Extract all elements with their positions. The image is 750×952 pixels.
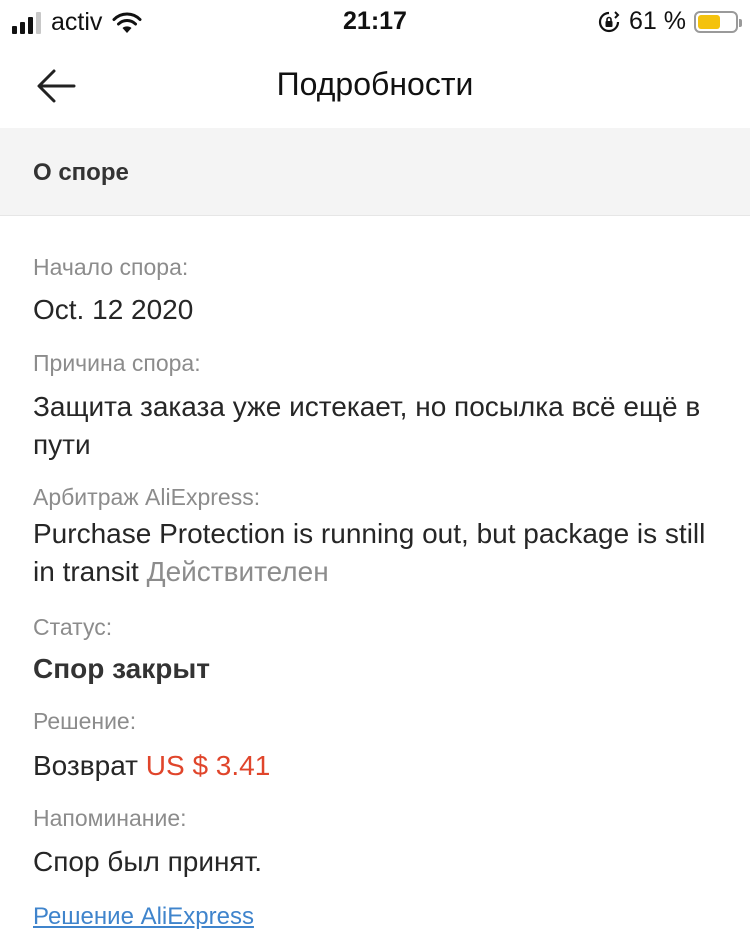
status-bar: activ 21:17 61 % [0, 0, 750, 44]
page-title: Подробности [276, 66, 474, 102]
battery-level [698, 14, 720, 29]
decision-label: Решение: [33, 708, 137, 734]
section-header: О споре [0, 128, 750, 216]
decision-prefix: Возврат [33, 750, 138, 781]
status-value: Спор закрыт [33, 653, 210, 684]
section-title: О споре [33, 159, 129, 186]
battery-percent: 61 % [629, 7, 686, 35]
refund-amount: US $ 3.41 [145, 750, 271, 781]
arbitration-status: Действителен [146, 556, 329, 587]
decision-value: Возврат US $ 3.41 [33, 747, 723, 785]
reason-label: Причина спора: [33, 350, 201, 376]
reminder-label: Напоминание: [33, 805, 187, 831]
aliexpress-decision-link[interactable]: Решение AliExpress [33, 903, 254, 931]
status-right: 61 % [597, 7, 742, 36]
start-value: Oct. 12 2020 [33, 294, 194, 325]
reason-value: Защита заказа уже истекает, но посылка в… [33, 391, 701, 460]
arbitration-label: Арбитраж AliExpress: [33, 484, 261, 510]
nav-bar: Подробности [0, 44, 750, 128]
reminder-value: Спор был принят. [33, 846, 263, 877]
start-label: Начало спора: [33, 254, 189, 280]
battery-icon [694, 10, 742, 33]
status-label: Статус: [33, 614, 113, 640]
rotation-lock-icon [598, 10, 620, 32]
arbitration-text: Purchase Protection is running out, but … [33, 518, 706, 587]
arbitration-value: Purchase Protection is running out, but … [33, 515, 723, 591]
